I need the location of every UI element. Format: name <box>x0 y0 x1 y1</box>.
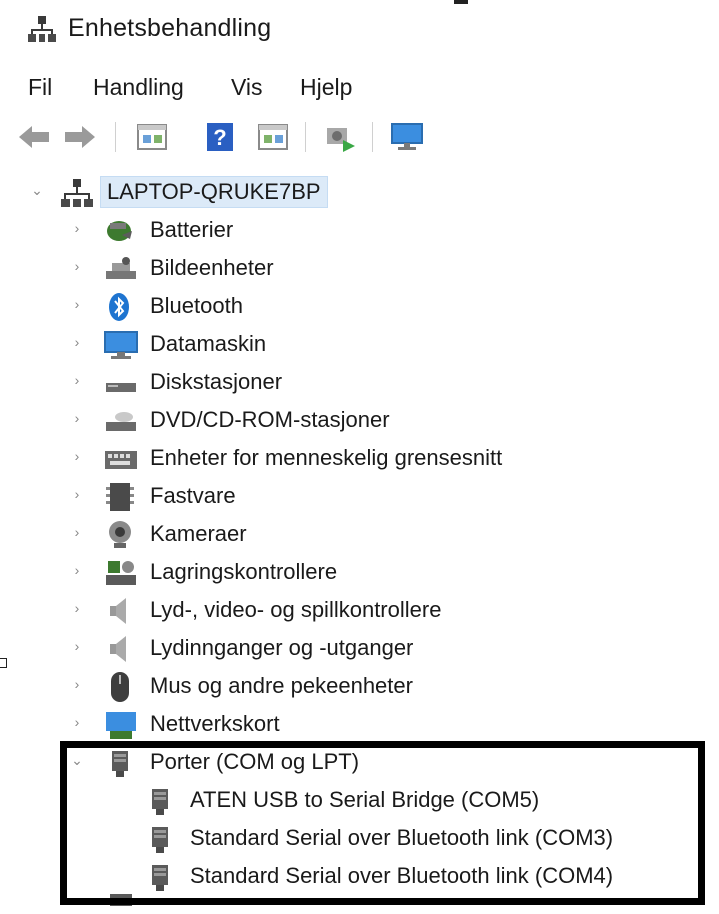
tree-item-label: Fastvare <box>150 483 236 508</box>
camera-icon <box>109 521 131 548</box>
chevron-right-icon[interactable]: › <box>70 372 84 392</box>
tree-item-label: Lyd-, video- og spillkontrollere <box>150 597 442 622</box>
chevron-right-icon[interactable]: › <box>70 676 84 696</box>
tree-item-lyd-video[interactable]: › Lyd-, video- og spillkontrollere <box>0 592 700 630</box>
root-label: LAPTOP-QRUKE7BP <box>100 176 328 208</box>
toolbar-separator <box>372 122 373 152</box>
tree-item-label: Bluetooth <box>150 293 243 318</box>
title-bar: Enhetsbehandling <box>0 0 719 58</box>
tree-item-bildeenheter[interactable]: › Bildeenheter <box>0 250 700 288</box>
menu-vis[interactable]: Vis <box>231 74 263 101</box>
chevron-right-icon[interactable]: › <box>70 410 84 430</box>
tree-item-bluetooth[interactable]: › Bluetooth <box>0 288 700 326</box>
tree-item-hid[interactable]: › Enheter for menneskelig grensesnitt <box>0 440 700 478</box>
left-edge-mark <box>0 658 7 668</box>
toolbar: ? <box>0 110 719 160</box>
tree-item-datamaskin[interactable]: › Datamaskin <box>0 326 700 364</box>
help-icon[interactable]: ? <box>203 120 237 154</box>
tree-item-label: Datamaskin <box>150 331 267 356</box>
tree-item-kameraer[interactable]: › Kameraer <box>0 516 700 554</box>
tree-item-label: Lagringskontrollere <box>150 559 338 584</box>
scan-hardware-icon[interactable] <box>322 120 356 154</box>
sound-icon <box>110 598 126 624</box>
bluetooth-icon <box>109 293 129 321</box>
menu-handling[interactable]: Handling <box>93 74 184 101</box>
tree-item-dvd[interactable]: › DVD/CD-ROM-stasjoner <box>0 402 700 440</box>
device-manager-icon <box>28 16 56 42</box>
forward-icon[interactable] <box>62 120 96 154</box>
tree-item-label: Nettverkskort <box>150 711 280 736</box>
tree-item-label: DVD/CD-ROM-stasjoner <box>150 407 390 432</box>
menu-bar: Fil Handling Vis Hjelp <box>0 68 719 108</box>
chevron-right-icon[interactable]: › <box>70 258 84 278</box>
chevron-right-icon[interactable]: › <box>70 486 84 506</box>
audio-io-icon <box>110 636 126 662</box>
properties-icon[interactable] <box>135 120 169 154</box>
toolbar-separator <box>305 122 306 152</box>
svg-text:?: ? <box>213 125 226 150</box>
highlight-annotation-box <box>60 741 705 905</box>
tree-item-lagringskontrollere[interactable]: › Lagringskontrollere <box>0 554 700 592</box>
computer-tree-root-icon <box>61 179 93 207</box>
monitor-icon[interactable] <box>390 120 424 154</box>
chevron-right-icon[interactable]: › <box>70 334 84 354</box>
network-adapter-icon <box>106 712 136 739</box>
chevron-down-icon[interactable]: ⌄ <box>30 182 44 202</box>
chevron-right-icon[interactable]: › <box>70 600 84 620</box>
tree-item-label: Lydinnganger og -utganger <box>150 635 414 660</box>
tree-item-label: Enheter for menneskelig grensesnitt <box>150 445 503 470</box>
toolbar-separator <box>115 122 116 152</box>
tree-item-label: Mus og andre pekeenheter <box>150 673 413 698</box>
dvd-drive-icon <box>106 412 136 431</box>
chevron-right-icon[interactable]: › <box>70 638 84 658</box>
tree-item-lydinnganger[interactable]: › Lydinnganger og -utganger <box>0 630 700 668</box>
tree-item-fastvare[interactable]: › Fastvare <box>0 478 700 516</box>
battery-icon <box>107 221 132 241</box>
chevron-right-icon[interactable]: › <box>70 296 84 316</box>
chevron-right-icon[interactable]: › <box>70 524 84 544</box>
chevron-right-icon[interactable]: › <box>70 714 84 734</box>
tree-item-label: Kameraer <box>150 521 247 546</box>
tree-item-nettverkskort[interactable]: › Nettverkskort <box>0 706 700 744</box>
disk-drive-icon <box>106 383 136 392</box>
tree-item-diskstasjoner[interactable]: › Diskstasjoner <box>0 364 700 402</box>
top-edge-mark <box>454 0 468 4</box>
chevron-right-icon[interactable]: › <box>70 220 84 240</box>
tree-item-mus[interactable]: › Mus og andre pekeenheter <box>0 668 700 706</box>
mouse-icon <box>111 672 129 702</box>
chevron-right-icon[interactable]: › <box>70 448 84 468</box>
storage-controller-icon <box>106 561 136 585</box>
hid-icon <box>105 451 137 469</box>
window-title: Enhetsbehandling <box>68 14 272 42</box>
tree-item-label: Bildeenheter <box>150 255 274 280</box>
tree-root[interactable]: ⌄ LAPTOP-QRUKE7BP <box>0 174 700 212</box>
tree-item-batterier[interactable]: › Batterier <box>0 212 700 250</box>
imaging-device-icon <box>106 257 136 279</box>
tree-item-label: Diskstasjoner <box>150 369 283 394</box>
menu-hjelp[interactable]: Hjelp <box>300 74 352 101</box>
view-icon[interactable] <box>256 120 290 154</box>
firmware-icon <box>106 483 134 511</box>
back-icon[interactable] <box>18 120 52 154</box>
computer-icon <box>104 331 138 359</box>
tree-item-label: Batterier <box>150 217 234 242</box>
menu-fil[interactable]: Fil <box>28 74 52 101</box>
chevron-right-icon[interactable]: › <box>70 562 84 582</box>
